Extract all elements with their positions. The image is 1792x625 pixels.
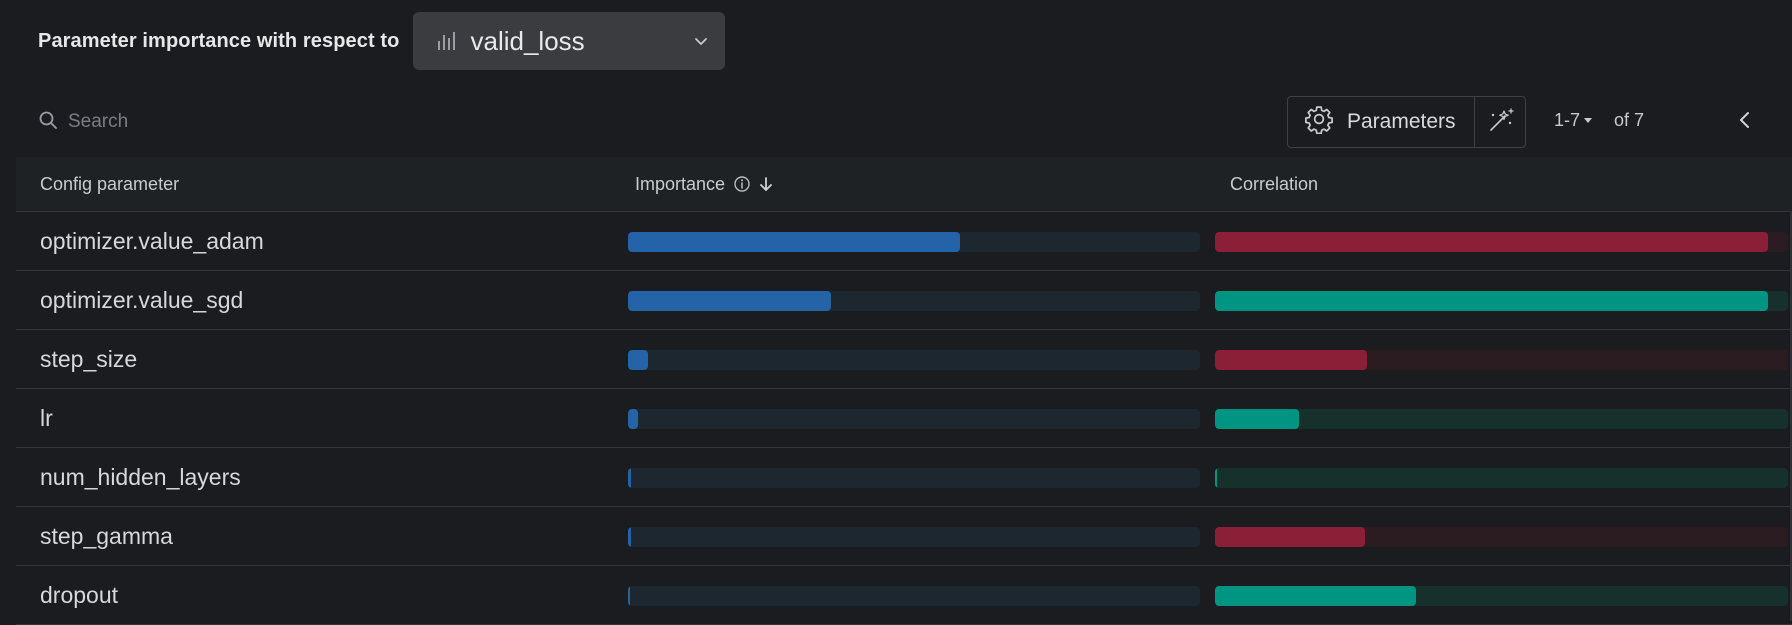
- search-icon: [38, 110, 58, 135]
- config-parameter-name: dropout: [40, 581, 119, 608]
- table-body: optimizer.value_adam optimizer.value_sgds…: [16, 212, 1792, 625]
- parameters-button[interactable]: Parameters: [1288, 97, 1475, 147]
- chevron-left-icon: [1734, 109, 1756, 136]
- column-header-correlation: Correlation: [1230, 173, 1319, 194]
- pager-total: of 7: [1614, 110, 1645, 130]
- info-icon[interactable]: [733, 175, 751, 193]
- correlation-bar-track: [1215, 350, 1788, 370]
- parameters-button-group: Parameters: [1287, 96, 1526, 148]
- table-header: Config parameter Importance Correlation: [16, 157, 1792, 212]
- importance-bar: [628, 291, 832, 311]
- importance-bar: [628, 527, 631, 547]
- correlation-bar-positive: [1215, 291, 1768, 311]
- config-parameter-name: optimizer.value_sgd: [40, 286, 244, 313]
- table-row[interactable]: optimizer.value_sgd: [16, 271, 1792, 330]
- correlation-bar-positive: [1215, 409, 1300, 429]
- correlation-bar-track: [1215, 291, 1788, 311]
- importance-bar: [628, 586, 631, 606]
- config-parameter-name: optimizer.value_adam: [40, 227, 264, 254]
- correlation-bar-track: [1215, 468, 1788, 488]
- importance-bar: [628, 468, 632, 488]
- importance-bar-track: [628, 468, 1200, 488]
- magic-wand-icon: [1483, 103, 1517, 142]
- correlation-bar-track: [1215, 232, 1788, 252]
- table-row[interactable]: num_hidden_layers: [16, 448, 1792, 507]
- correlation-bar-negative: [1215, 232, 1768, 252]
- importance-bar-track: [628, 291, 1200, 311]
- caret-down-icon: [1584, 118, 1593, 123]
- importance-bar-track: [628, 586, 1200, 606]
- header-label: Parameter importance with respect to: [38, 29, 400, 52]
- previous-page-button[interactable]: [1729, 106, 1761, 138]
- column-header-importance-label: Importance: [635, 173, 726, 194]
- importance-bar-track: [628, 409, 1200, 429]
- parameter-importance-table: Config parameter Importance Correlation …: [16, 157, 1792, 625]
- gear-icon: [1304, 104, 1347, 140]
- correlation-bar-track: [1215, 527, 1788, 547]
- table-row[interactable]: dropout: [16, 566, 1792, 625]
- metric-select[interactable]: valid_loss: [412, 12, 725, 70]
- chevron-down-icon: [693, 33, 709, 49]
- search-input[interactable]: [66, 110, 370, 134]
- magic-wand-button[interactable]: [1475, 97, 1525, 147]
- importance-bar-track: [628, 350, 1200, 370]
- parameters-button-label: Parameters: [1347, 110, 1456, 133]
- config-parameter-name: num_hidden_layers: [40, 463, 241, 490]
- bar-chart-icon: [435, 29, 459, 53]
- importance-bar-track: [628, 527, 1200, 547]
- toolbar: Parameters 1-7 of 7: [38, 96, 1792, 148]
- config-parameter-name: step_size: [40, 345, 138, 372]
- config-parameter-name: lr: [40, 404, 53, 431]
- table-row[interactable]: optimizer.value_adam: [16, 212, 1792, 271]
- table-row[interactable]: step_gamma: [16, 507, 1792, 566]
- sort-descending-icon[interactable]: [757, 175, 775, 193]
- correlation-bar-positive: [1215, 468, 1218, 488]
- importance-bar-track: [628, 232, 1200, 252]
- table-row[interactable]: step_size: [16, 330, 1792, 389]
- correlation-bar-negative: [1215, 350, 1367, 370]
- chevron-right-icon: [1785, 109, 1792, 136]
- column-header-config-parameter: Config parameter: [40, 173, 180, 194]
- pager-range-label: 1-7: [1554, 110, 1581, 130]
- correlation-bar-track: [1215, 409, 1788, 429]
- metric-select-value: valid_loss: [470, 25, 585, 56]
- config-parameter-name: step_gamma: [40, 522, 173, 549]
- correlation-bar-track: [1215, 586, 1788, 606]
- next-page-button[interactable]: [1780, 106, 1792, 138]
- importance-bar: [628, 232, 960, 252]
- column-header-importance[interactable]: Importance: [635, 157, 775, 211]
- correlation-bar-positive: [1215, 586, 1416, 606]
- importance-bar: [628, 409, 639, 429]
- importance-bar: [628, 350, 649, 370]
- correlation-bar-negative: [1215, 527, 1366, 547]
- pager-range-select[interactable]: 1-7: [1554, 110, 1593, 131]
- table-row[interactable]: lr: [16, 389, 1792, 448]
- header-row: Parameter importance with respect to val…: [38, 12, 725, 70]
- search-box: [38, 106, 370, 138]
